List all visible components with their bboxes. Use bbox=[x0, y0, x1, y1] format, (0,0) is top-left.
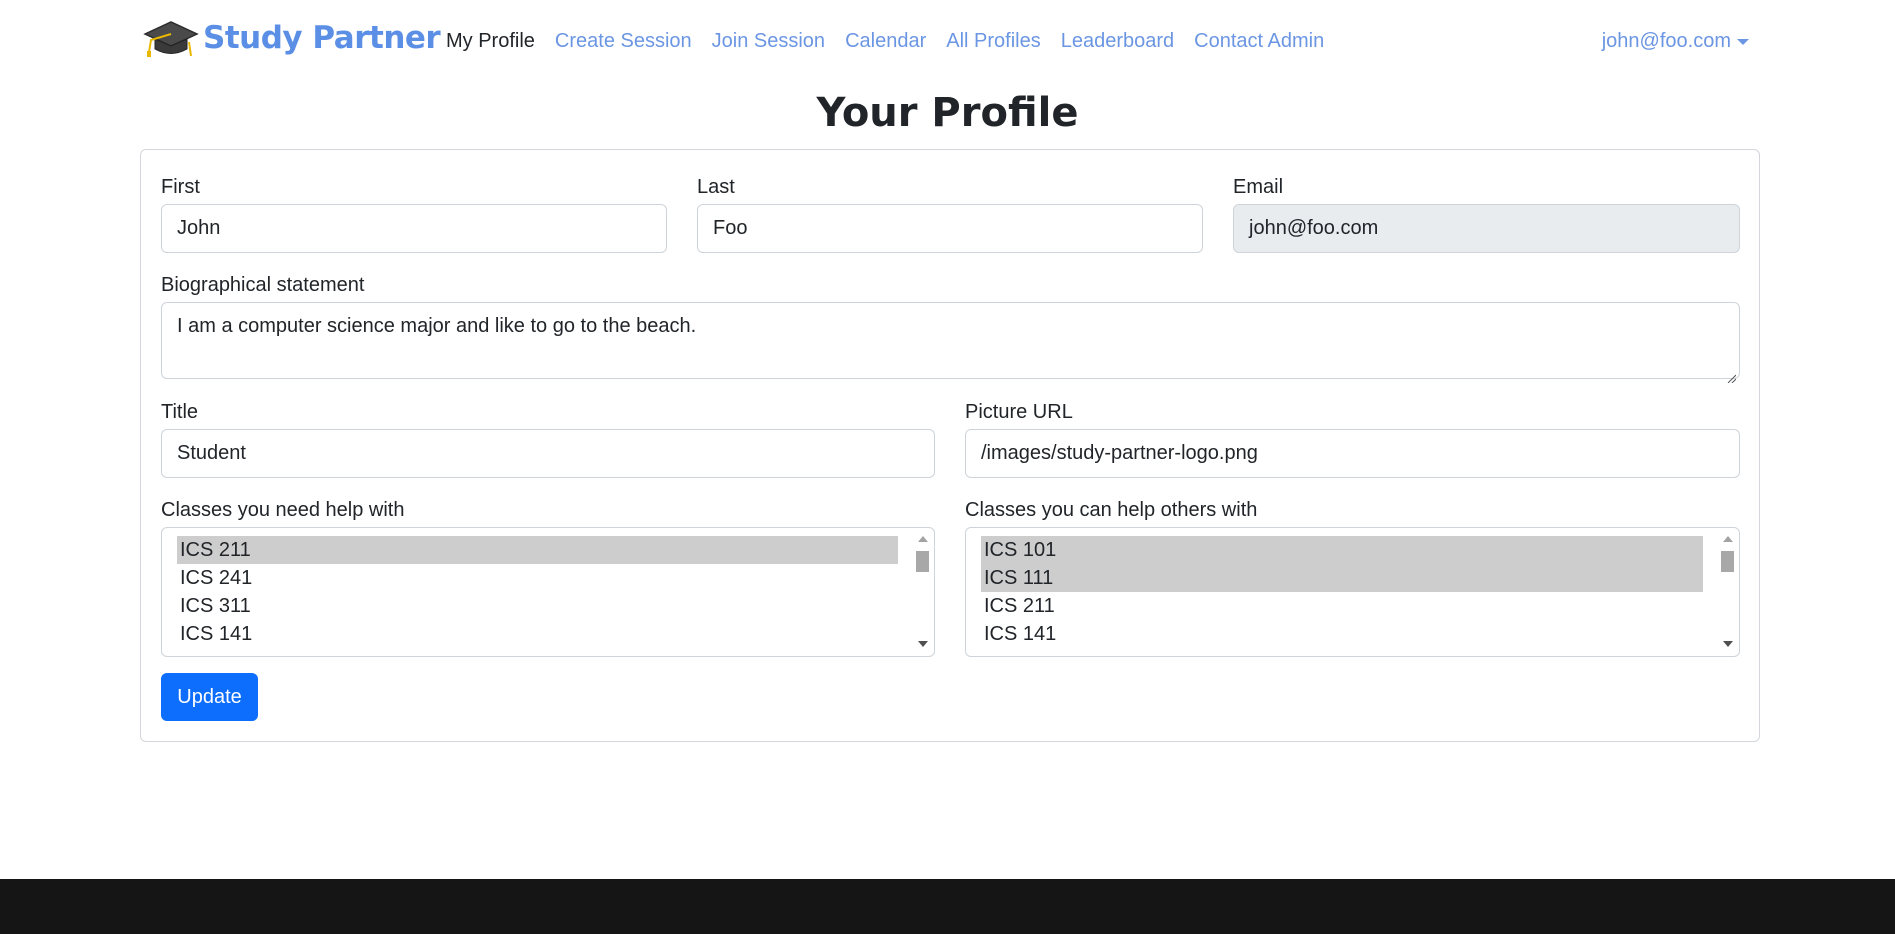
nav-calendar[interactable]: Calendar bbox=[835, 22, 936, 60]
last-name-input[interactable]: Foo bbox=[697, 204, 1203, 253]
can-help-label: Classes you can help others with bbox=[965, 499, 1258, 521]
navbar: Study Partner My Profile Create Session … bbox=[0, 0, 1895, 78]
user-dropdown[interactable]: john@foo.com bbox=[1602, 22, 1749, 60]
user-email: john@foo.com bbox=[1601, 30, 1731, 52]
picture-url-group: Picture URL /images/study-partner-logo.p… bbox=[965, 400, 1740, 478]
caret-down-icon bbox=[1737, 39, 1749, 45]
update-button[interactable]: Update bbox=[161, 673, 258, 721]
scroll-thumb[interactable] bbox=[916, 551, 929, 572]
scroll-down-icon[interactable] bbox=[1723, 641, 1733, 647]
email-label: Email bbox=[1233, 176, 1284, 198]
need-help-select[interactable]: ICS 211 ICS 241 ICS 311 ICS 141 bbox=[161, 527, 935, 657]
last-name-label: Last bbox=[697, 176, 735, 198]
page-title: Your Profile bbox=[816, 90, 1079, 136]
nav-leaderboard[interactable]: Leaderboard bbox=[1051, 22, 1184, 60]
scroll-down-icon[interactable] bbox=[918, 641, 928, 647]
email-input: john@foo.com bbox=[1233, 204, 1740, 253]
first-name-input[interactable]: John bbox=[161, 204, 667, 253]
last-name-group: Last Foo bbox=[697, 175, 1203, 253]
need-help-options: ICS 211 ICS 241 ICS 311 ICS 141 bbox=[177, 536, 898, 648]
nav-links: My Profile Create Session Join Session C… bbox=[436, 22, 1334, 60]
need-help-option[interactable]: ICS 211 bbox=[177, 536, 898, 564]
need-help-scrollbar[interactable] bbox=[914, 531, 931, 653]
need-help-label: Classes you need help with bbox=[161, 499, 405, 521]
nav-all-profiles[interactable]: All Profiles bbox=[936, 22, 1050, 60]
bio-label: Biographical statement bbox=[161, 274, 365, 296]
email-group: Email john@foo.com bbox=[1233, 175, 1740, 253]
can-help-scrollbar[interactable] bbox=[1719, 531, 1736, 653]
brand-link[interactable]: Study Partner bbox=[141, 14, 441, 62]
can-help-options: ICS 101 ICS 111 ICS 211 ICS 141 bbox=[981, 536, 1703, 648]
brand-title: Study Partner bbox=[203, 20, 441, 56]
can-help-option[interactable]: ICS 141 bbox=[981, 620, 1703, 648]
graduation-cap-icon bbox=[141, 18, 199, 58]
can-help-option[interactable]: ICS 211 bbox=[981, 592, 1703, 620]
footer bbox=[0, 879, 1895, 934]
nav-create-session[interactable]: Create Session bbox=[545, 22, 702, 60]
need-help-option[interactable]: ICS 241 bbox=[177, 564, 898, 592]
nav-my-profile[interactable]: My Profile bbox=[436, 22, 545, 60]
picture-url-input[interactable]: /images/study-partner-logo.png bbox=[965, 429, 1740, 478]
resize-grip-icon[interactable] bbox=[1726, 365, 1737, 384]
title-label: Title bbox=[161, 401, 199, 423]
bio-text: I am a computer science major and like t… bbox=[177, 315, 697, 337]
scroll-thumb[interactable] bbox=[1721, 551, 1734, 572]
need-help-option[interactable]: ICS 311 bbox=[177, 592, 898, 620]
first-name-label: First bbox=[161, 176, 200, 198]
need-help-group: Classes you need help with ICS 211 ICS 2… bbox=[161, 498, 935, 657]
nav-contact-admin[interactable]: Contact Admin bbox=[1184, 22, 1334, 60]
profile-form-card: First John Last Foo Email john@foo.com B… bbox=[140, 149, 1760, 742]
bio-textarea[interactable]: I am a computer science major and like t… bbox=[161, 302, 1740, 384]
can-help-group: Classes you can help others with ICS 101… bbox=[965, 498, 1740, 657]
can-help-option[interactable]: ICS 111 bbox=[981, 564, 1703, 592]
title-input[interactable]: Student bbox=[161, 429, 935, 478]
bio-group: Biographical statement I am a computer s… bbox=[161, 273, 1740, 384]
need-help-option[interactable]: ICS 141 bbox=[177, 620, 898, 648]
picture-url-label: Picture URL bbox=[965, 401, 1073, 423]
scroll-up-icon[interactable] bbox=[918, 536, 928, 542]
can-help-option[interactable]: ICS 101 bbox=[981, 536, 1703, 564]
title-group: Title Student bbox=[161, 400, 935, 478]
nav-join-session[interactable]: Join Session bbox=[702, 22, 835, 60]
first-name-group: First John bbox=[161, 175, 667, 253]
can-help-select[interactable]: ICS 101 ICS 111 ICS 211 ICS 141 bbox=[965, 527, 1740, 657]
scroll-up-icon[interactable] bbox=[1723, 536, 1733, 542]
